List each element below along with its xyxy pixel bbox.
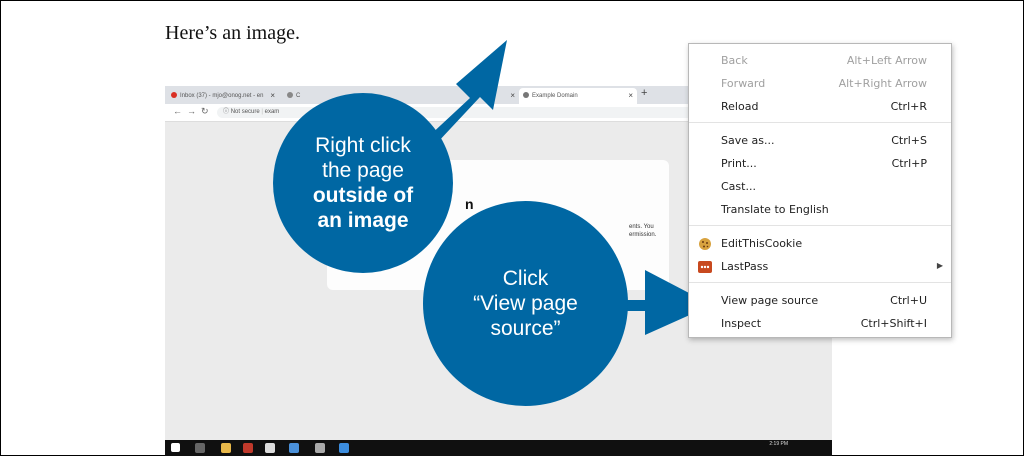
menu-item-label: Translate to English <box>721 203 829 216</box>
menu-item-save-as[interactable]: Save as... Ctrl+S <box>689 130 951 152</box>
menu-item-editthiscookie[interactable]: EditThisCookie <box>689 233 951 255</box>
taskbar-clock: 2:19 PM <box>769 441 788 447</box>
menu-item-label: EditThisCookie <box>721 237 803 250</box>
app-icon <box>315 443 325 453</box>
bubble-line: source” <box>490 317 561 340</box>
menu-item-inspect[interactable]: Inspect Ctrl+Shift+I <box>689 313 951 335</box>
bubble-line-bold: an image <box>317 209 409 232</box>
submenu-arrow-icon: ▶ <box>936 261 943 270</box>
menu-item-label: Forward <box>721 77 766 90</box>
tab-title: Example Domain <box>532 93 578 99</box>
bubble-line: Right click <box>315 134 411 157</box>
menu-item-shortcut: Ctrl+U <box>890 294 927 307</box>
bubble-line: Click <box>502 267 549 290</box>
security-label: Not secure <box>230 109 260 115</box>
gmail-icon <box>171 92 177 99</box>
tab-third: eeks × <box>479 88 519 104</box>
back-arrow-icon: ← <box>173 106 182 116</box>
menu-item-cast[interactable]: Cast... <box>689 176 951 198</box>
menu-item-label: Inspect <box>721 317 762 330</box>
app-icon <box>265 443 275 453</box>
menu-item-label: Save as... <box>721 134 775 147</box>
tab-example-domain: Example Domain × <box>519 88 637 104</box>
globe-icon <box>523 92 529 99</box>
new-tab-icon: + <box>641 87 648 99</box>
menu-item-lastpass[interactable]: LastPass ▶ <box>689 256 951 278</box>
context-menu: Back Alt+Left Arrow Forward Alt+Right Ar… <box>688 43 952 338</box>
bubble-line-bold: outside of <box>312 184 414 207</box>
close-icon: × <box>510 91 515 100</box>
callout-bubble-view-source: Click “View page source” <box>423 201 628 406</box>
task-view-icon <box>195 443 205 453</box>
tab-title: eeks <box>483 93 496 99</box>
app-icon <box>243 443 253 453</box>
menu-item-shortcut: Ctrl+P <box>891 157 927 170</box>
menu-item-view-page-source[interactable]: View page source Ctrl+U <box>689 290 951 312</box>
reload-icon: ↻ <box>201 106 209 116</box>
tab-second: C <box>283 88 323 104</box>
bubble-line: “View page <box>473 292 578 315</box>
menu-item-translate[interactable]: Translate to English <box>689 199 951 221</box>
menu-separator <box>689 225 951 226</box>
forward-arrow-icon: → <box>187 106 196 116</box>
menu-separator <box>689 122 951 123</box>
windows-taskbar: 2:19 PM <box>165 440 832 456</box>
menu-item-shortcut: Ctrl+R <box>890 100 927 113</box>
menu-item-forward[interactable]: Forward Alt+Right Arrow <box>689 73 951 95</box>
app-icon <box>289 443 299 453</box>
lastpass-icon <box>698 261 712 273</box>
card-text-line2: ermission. <box>629 232 657 238</box>
close-icon: × <box>270 91 275 100</box>
card-text-line1: ents. You <box>629 224 654 230</box>
article-heading: Here’s an image. <box>165 22 300 44</box>
menu-item-label: Reload <box>721 100 759 113</box>
cookie-icon <box>699 238 711 250</box>
menu-item-label: Back <box>721 54 748 67</box>
menu-item-shortcut: Ctrl+Shift+I <box>860 317 927 330</box>
menu-item-reload[interactable]: Reload Ctrl+R <box>689 96 951 118</box>
tab-icon <box>287 92 293 99</box>
info-icon: ⓘ <box>223 109 230 115</box>
app-icon <box>339 443 349 453</box>
menu-item-back[interactable]: Back Alt+Left Arrow <box>689 50 951 72</box>
card-heading: n <box>465 196 474 212</box>
bubble-line: the page <box>322 159 404 182</box>
menu-separator <box>689 282 951 283</box>
menu-item-shortcut: Alt+Left Arrow <box>846 54 927 67</box>
menu-item-print[interactable]: Print... Ctrl+P <box>689 153 951 175</box>
file-explorer-icon <box>221 443 231 453</box>
close-icon: × <box>628 91 633 100</box>
tab-gmail: Inbox (37) - mjo@onog.net - en × <box>167 88 279 104</box>
windows-start-icon <box>171 443 180 452</box>
menu-item-label: Print... <box>721 157 757 170</box>
tab-title: C <box>296 93 301 99</box>
menu-item-label: View page source <box>721 294 819 307</box>
menu-item-shortcut: Ctrl+S <box>891 134 927 147</box>
tab-title: Inbox (37) - mjo@onog.net - en <box>180 93 264 99</box>
callout-bubble-right-click: Right click the page outside of an image <box>273 93 453 273</box>
menu-item-label: LastPass <box>721 260 769 273</box>
url-text: exam <box>264 109 280 115</box>
menu-item-label: Cast... <box>721 180 756 193</box>
menu-item-shortcut: Alt+Right Arrow <box>838 77 927 90</box>
